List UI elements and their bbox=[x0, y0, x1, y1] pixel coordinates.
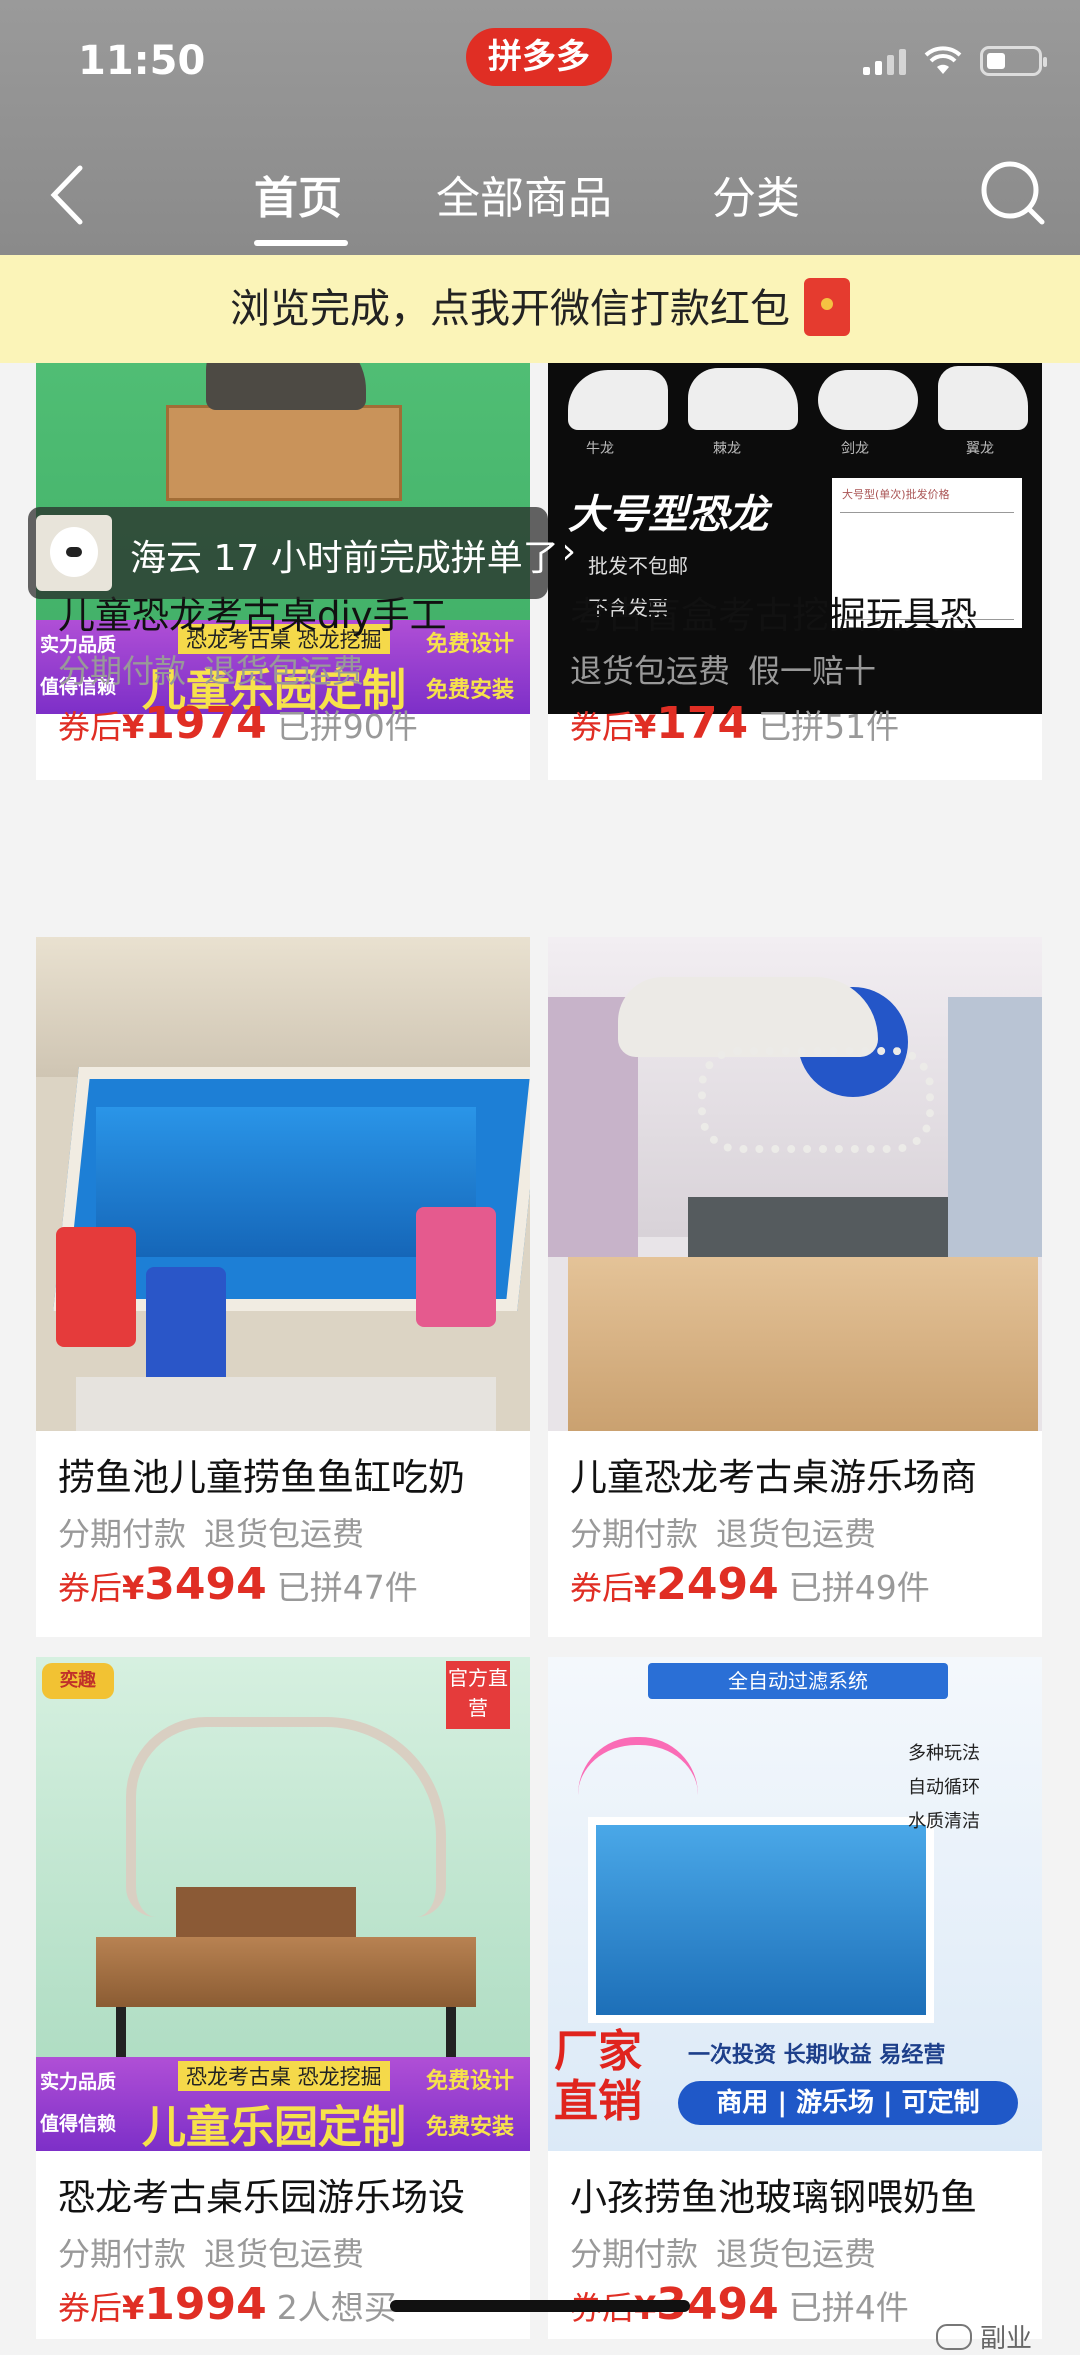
status-time: 11:50 bbox=[78, 38, 206, 84]
chevron-right-icon: › bbox=[561, 531, 576, 572]
watermark: 副业 bbox=[936, 2318, 1032, 2355]
avatar bbox=[36, 515, 112, 591]
product-tags: 分期付款 退货包运费 bbox=[570, 1515, 877, 1553]
wechat-icon bbox=[936, 2323, 972, 2350]
active-tab-indicator bbox=[254, 240, 348, 246]
tab-all-products[interactable]: 全部商品 bbox=[436, 162, 612, 226]
search-icon[interactable] bbox=[978, 158, 1048, 228]
product-image bbox=[548, 937, 1042, 1431]
product-price: 券后¥1974 已拼90件 bbox=[58, 698, 418, 749]
back-icon[interactable] bbox=[40, 160, 100, 230]
home-indicator[interactable] bbox=[390, 2300, 690, 2312]
battery-icon bbox=[980, 46, 1047, 76]
wifi-icon bbox=[924, 46, 962, 74]
status-icons bbox=[863, 46, 1047, 76]
product-title: 儿童恐龙考古桌游乐场商 bbox=[570, 1456, 977, 1499]
product-title: 捞鱼池儿童捞鱼鱼缸吃奶 bbox=[58, 1456, 465, 1499]
product-image bbox=[36, 937, 530, 1431]
product-image: 全自动过滤系统 多种玩法 自动循环 水质清洁 厂家 直销 一次投资 长期收益 易… bbox=[548, 1657, 1042, 2151]
product-tags: 退货包运费 假一赔十 bbox=[570, 652, 877, 690]
product-card[interactable]: 捞鱼池儿童捞鱼鱼缸吃奶 分期付款 退货包运费 券后¥3494 已拼47件 bbox=[36, 937, 530, 1637]
promo-strip: 实力品质 值得信赖 恐龙考古桌 恐龙挖掘 儿童乐园定制 免费设计 免费安装 bbox=[36, 2057, 530, 2151]
product-title: 考古盲盒考古挖掘玩具恐 bbox=[570, 594, 977, 637]
product-title: 小孩捞鱼池玻璃钢喂奶鱼 bbox=[570, 2176, 977, 2219]
group-buy-notification[interactable]: 海云 17 小时前完成拼单了 › bbox=[28, 507, 576, 599]
product-tags: 分期付款 退货包运费 bbox=[58, 2235, 365, 2273]
notification-text: 海云 17 小时前完成拼单了 bbox=[130, 538, 559, 579]
product-card[interactable]: 奕趣 官方直营 实力品质 值得信赖 恐龙考古桌 恐龙挖掘 儿童乐园定制 免费设计… bbox=[36, 1657, 530, 2339]
product-card[interactable]: 全自动过滤系统 多种玩法 自动循环 水质清洁 厂家 直销 一次投资 长期收益 易… bbox=[548, 1657, 1042, 2339]
tab-home[interactable]: 首页 bbox=[254, 162, 342, 226]
top-nav: 首页 全部商品 分类 bbox=[0, 140, 1080, 250]
product-price: 券后¥2494 已拼49件 bbox=[570, 1559, 930, 1610]
banner-text: 浏览完成，点我开微信打款红包 bbox=[230, 286, 790, 332]
product-grid: 实力品质 值得信赖 恐龙考古桌 恐龙挖掘 儿童乐园定制 免费设计 免费安装 儿童… bbox=[0, 363, 1080, 2339]
product-card[interactable]: 牛龙 棘龙 剑龙 翼龙 大号型恐龙 批发不包邮 不含发票 大号型(单次)批发价格… bbox=[548, 363, 1042, 780]
product-tags: 分期付款 退货包运费 bbox=[58, 652, 365, 690]
tab-categories[interactable]: 分类 bbox=[712, 162, 800, 226]
brand-logo: 拼多多 bbox=[466, 28, 612, 86]
product-price: 券后¥3494 已拼47件 bbox=[58, 1559, 418, 1610]
signal-icon bbox=[863, 47, 906, 75]
app-header: 11:50 拼多多 首页 全部商品 分类 bbox=[0, 0, 1080, 255]
product-card[interactable]: 儿童恐龙考古桌游乐场商 分期付款 退货包运费 券后¥2494 已拼49件 bbox=[548, 937, 1042, 1637]
product-title: 恐龙考古桌乐园游乐场设 bbox=[58, 2176, 465, 2219]
product-image: 奕趣 官方直营 实力品质 值得信赖 恐龙考古桌 恐龙挖掘 儿童乐园定制 免费设计… bbox=[36, 1657, 530, 2151]
red-packet-banner[interactable]: 浏览完成，点我开微信打款红包 bbox=[0, 255, 1080, 363]
product-tags: 分期付款 退货包运费 bbox=[58, 1515, 365, 1553]
official-badge: 官方直营 bbox=[446, 1661, 510, 1729]
product-price: 券后¥1994 2人想买 bbox=[58, 2279, 397, 2330]
product-tags: 分期付款 退货包运费 bbox=[570, 2235, 877, 2273]
red-packet-icon bbox=[804, 278, 850, 336]
brand-badge: 奕趣 bbox=[42, 1663, 114, 1699]
product-price: 券后¥174 已拼51件 bbox=[570, 698, 900, 749]
